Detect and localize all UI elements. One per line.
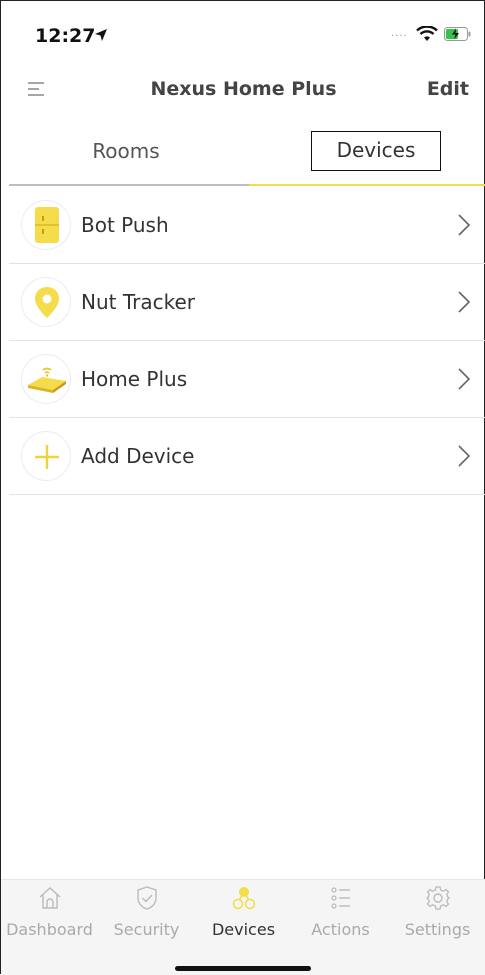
chevron-right-icon <box>458 291 471 313</box>
tab-underline-active <box>249 184 485 186</box>
device-row-nut-tracker[interactable]: Nut Tracker <box>9 264 485 341</box>
location-arrow-icon <box>95 29 107 41</box>
gear-icon <box>425 886 451 910</box>
tab-label: Dashboard <box>6 920 93 939</box>
tab-devices-active[interactable]: Devices <box>195 880 292 950</box>
tab-rooms[interactable]: Rooms <box>61 139 191 163</box>
tab-security[interactable]: Security <box>98 880 195 950</box>
page-title: Nexus Home Plus <box>150 78 337 100</box>
status-time: 12:27 <box>35 25 96 47</box>
plus-icon <box>21 431 71 481</box>
app-frame: 12:27 .... Nexus Home Plus Edit Rooms De… <box>0 0 485 975</box>
tab-settings[interactable]: Settings <box>389 880 485 950</box>
device-label: Bot Push <box>81 213 169 237</box>
chevron-right-icon <box>458 445 471 467</box>
tab-dashboard[interactable]: Dashboard <box>1 880 98 950</box>
tab-devices[interactable]: Devices <box>311 131 441 171</box>
bot-push-icon <box>21 200 71 250</box>
room-device-tabs: Rooms Devices <box>1 123 485 187</box>
status-bar: 12:27 .... <box>1 1 485 65</box>
navigation-bar: Nexus Home Plus Edit <box>1 65 485 113</box>
tab-label: Actions <box>311 920 370 939</box>
home-icon <box>39 887 61 909</box>
device-list: Bot Push Nut Tracker Home Plus Add Devic… <box>9 187 485 495</box>
bottom-tab-bar: Dashboard Security Devices Actions Setti… <box>1 879 485 975</box>
tab-label: Devices <box>211 920 276 939</box>
device-label: Nut Tracker <box>81 290 195 314</box>
tab-actions[interactable]: Actions <box>292 880 389 950</box>
chevron-right-icon <box>458 368 471 390</box>
edit-button[interactable]: Edit <box>427 78 469 100</box>
home-plus-hub-icon <box>21 354 71 404</box>
devices-icon <box>232 887 256 910</box>
cellular-signal-icon: .... <box>391 28 408 39</box>
list-icon <box>331 887 350 909</box>
device-row-bot-push[interactable]: Bot Push <box>9 187 485 264</box>
tab-label: Security <box>113 920 180 939</box>
device-row-add-device[interactable]: Add Device <box>9 418 485 495</box>
chevron-right-icon <box>458 214 471 236</box>
wifi-icon <box>416 26 438 41</box>
shield-icon <box>137 886 157 910</box>
tab-label: Settings <box>404 920 471 939</box>
device-row-home-plus[interactable]: Home Plus <box>9 341 485 418</box>
tab-underline-inactive <box>9 184 249 186</box>
home-indicator <box>175 966 311 971</box>
device-label: Home Plus <box>81 367 188 391</box>
battery-charging-icon <box>444 27 471 41</box>
device-label: Add Device <box>81 444 195 468</box>
location-pin-icon <box>21 277 71 327</box>
